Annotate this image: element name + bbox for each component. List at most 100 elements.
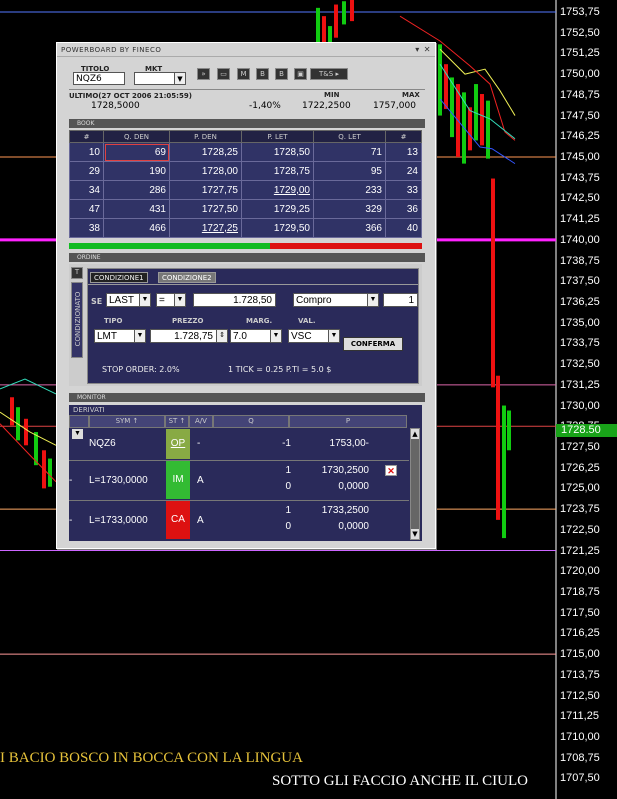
y-tick-label: 1746,25 [560, 130, 600, 143]
chevron-down-icon: ▼ [270, 330, 281, 342]
last-price: 1728,5000 [91, 101, 140, 111]
y-tick-label: 1713,75 [560, 668, 600, 681]
order-type-select[interactable]: LMT ▼ [94, 329, 146, 343]
ts-button[interactable]: T&S ▸ [310, 68, 348, 80]
bid-ask-ratio-bar [69, 243, 422, 249]
margin-select[interactable]: 7.0 ▼ [230, 329, 282, 343]
book-row[interactable]: 29 190 1728,00 1728,75 95 24 [69, 161, 422, 181]
tab-condizionato[interactable]: CONDIZIONATO [71, 282, 83, 358]
caption-line-1: I BACIO BOSCO IN BOCCA CON LA LINGUA [0, 750, 303, 766]
monitor-row[interactable]: ▼ NQZ6 OP - -1 1753,00- [69, 429, 409, 459]
book-header-cell[interactable]: # [69, 130, 104, 143]
book-row[interactable]: 47 431 1727,50 1729,25 329 36 [69, 199, 422, 219]
condition-operator-select[interactable]: = ▼ [156, 293, 186, 307]
y-tick-label: 1710,00 [560, 730, 600, 743]
y-tick-label: 1722,50 [560, 523, 600, 536]
y-tick-label: 1717,50 [560, 606, 600, 619]
currency-select[interactable]: VSC ▼ [288, 329, 340, 343]
book-cell: 36 [385, 199, 422, 219]
chevron-down-icon: ▼ [174, 294, 185, 306]
y-tick-label: 1745,00 [560, 150, 600, 163]
scroll-up-icon[interactable]: ▲ [411, 429, 419, 439]
y-tick-label: 1726,25 [560, 461, 600, 474]
tick-info-text: 1 TICK = 0.25 P.TI = 5.0 $ [228, 365, 332, 374]
monitor-panel: DERIVATI SYM ↑ ST ↑ A/V Q P ▼ NQZ6 OP - -1 1753,0… [69, 405, 422, 541]
tool-button-5[interactable]: B [275, 68, 288, 80]
window-title: POWERBOARD BY FINECO [61, 45, 162, 54]
tool-button-4[interactable]: B [256, 68, 269, 80]
monitor-qty-filled: 0 [285, 481, 291, 492]
monitor-side: A [197, 475, 204, 486]
y-tick-label: 1721,25 [560, 544, 600, 557]
y-tick-label: 1725,00 [560, 482, 600, 495]
condition-price-input[interactable]: 1.728,50 [193, 293, 276, 307]
stepper-arrows-icon[interactable]: ⇕ [216, 330, 227, 342]
book-cell: 40 [385, 218, 422, 238]
tool-button-6[interactable]: ▣ [294, 68, 307, 80]
tool-button-3[interactable]: M [237, 68, 250, 80]
candle-16 [496, 375, 500, 520]
candle-18 [507, 410, 511, 451]
y-tick-label: 1732,50 [560, 358, 600, 371]
y-tick-label: 1731,25 [560, 378, 600, 391]
monitor-price: 1753,00- [329, 438, 369, 449]
book-cell: 38 [69, 218, 104, 238]
bid-ratio [69, 243, 271, 249]
monitor-symbol: L=1733,0000 [89, 515, 148, 526]
derivati-label: DERIVATI [73, 406, 105, 414]
action-select[interactable]: Compro ▼ [293, 293, 379, 307]
book-row[interactable]: 34 286 1727,75 1729,00 233 33 [69, 180, 422, 200]
candle-13 [480, 94, 484, 146]
quantity-input[interactable]: 1 [383, 293, 418, 307]
monitor-row[interactable]: - L=1730,0000 IM A 1 0 1730,2500 0,0000 ✕ [69, 461, 409, 499]
symbol-input[interactable]: NQZ6 [73, 72, 125, 85]
candle-17 [502, 405, 506, 539]
book-header-cell[interactable]: Q. DEN [103, 130, 170, 143]
monitor-header-cell[interactable]: SYM ↑ [89, 415, 165, 428]
y-tick-label: 1716,25 [560, 627, 600, 640]
book-row[interactable]: 38 466 1727,25 1729,50 366 40 [69, 218, 422, 238]
candle-4 [342, 1, 346, 25]
monitor-header-cell[interactable] [69, 415, 89, 428]
monitor-header-cell[interactable]: A/V [189, 415, 213, 428]
monitor-row[interactable]: - L=1733,0000 CA A 1 0 1733,2500 0,0000 [69, 501, 409, 539]
cancel-order-icon[interactable]: ✕ [385, 465, 397, 476]
condition-field-select[interactable]: LAST ▼ [106, 293, 151, 307]
scroll-down-icon[interactable]: ▼ [411, 529, 419, 539]
val-label: VAL. [298, 317, 316, 325]
monitor-qty: 1 [285, 505, 291, 516]
book-cell: 1728,00 [169, 161, 242, 181]
tab-condizione2[interactable]: CONDIZIONE2 [158, 272, 216, 283]
order-price-stepper[interactable]: 1.728,75 ⇕ [150, 329, 228, 343]
y-tick-label: 1733,75 [560, 337, 600, 350]
book-cell: 466 [103, 218, 170, 238]
monitor-header-cell[interactable]: Q [213, 415, 289, 428]
monitor-scrollbar[interactable]: ▲ ▼ [410, 428, 420, 540]
book-header-cell[interactable]: # [385, 130, 422, 143]
book-cell: 366 [313, 218, 386, 238]
tool-button-1[interactable]: » [197, 68, 210, 80]
tab-condizione1[interactable]: CONDIZIONE1 [90, 272, 148, 283]
expand-icon[interactable]: ▼ [72, 429, 83, 439]
y-tick-label: 1740,00 [560, 233, 600, 246]
quote-header: ULTIMO(27 OCT 2006 21:05:59) MIN MAX [69, 89, 425, 101]
book-header-cell[interactable]: P. LET [241, 130, 314, 143]
window-titlebar[interactable]: POWERBOARD BY FINECO ▾ ✕ [57, 43, 435, 57]
market-select[interactable]: ▼ [134, 72, 186, 85]
y-tick-label: 1750,00 [560, 68, 600, 81]
minimize-icon[interactable]: ▾ [415, 45, 420, 54]
book-header-cell[interactable]: Q. LET [313, 130, 386, 143]
monitor-header-cell[interactable]: P [289, 415, 407, 428]
y-tick-label: 1711,25 [560, 710, 599, 723]
book-row[interactable]: 10 69 1728,25 1728,50 71 13 [69, 142, 422, 162]
conferma-button[interactable]: CONFERMA [343, 337, 403, 351]
tool-button-2[interactable]: ▭ [217, 68, 230, 80]
book-cell: 69 [103, 142, 170, 162]
ultimo-label: ULTIMO(27 OCT 2006 21:05:59) [69, 92, 192, 100]
close-icon[interactable]: ✕ [424, 45, 431, 54]
condition-form: CONDIZIONE1 CONDIZIONE2 SE LAST ▼ = ▼ 1.72… [87, 268, 419, 384]
monitor-header-cell[interactable]: ST ↑ [165, 415, 189, 428]
monitor-price: 1733,2500 [321, 505, 369, 516]
book-header-cell[interactable]: P. DEN [169, 130, 242, 143]
candle-24 [48, 458, 52, 487]
